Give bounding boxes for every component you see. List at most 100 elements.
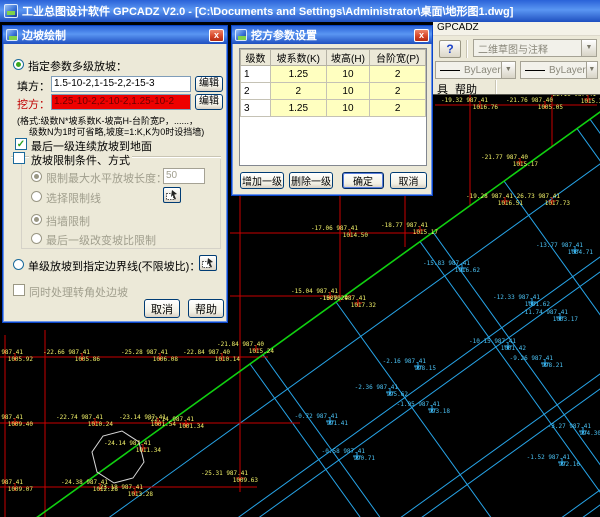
chevron-down-icon[interactable]: ▼ xyxy=(586,62,597,78)
table-header: 坡系数(K) xyxy=(271,50,327,66)
radio-single-step-to-boundary-label: 单级放坡到指定边界线(不限坡比)： xyxy=(28,258,200,274)
cancel-button[interactable]: 取消 xyxy=(390,172,427,189)
grid-elevation-label: -22.66 987.411005.86 xyxy=(30,350,90,363)
row-number-cell[interactable]: 1 xyxy=(241,66,271,83)
row-number-cell[interactable]: 3 xyxy=(241,100,271,117)
grid-elevation-label: -0.58 987.41990.71 xyxy=(305,449,365,462)
fill-edit-button[interactable]: 编辑 xyxy=(195,76,223,92)
radio-change-ratio-limit[interactable] xyxy=(31,233,42,244)
cut-params-table[interactable]: 级数坡系数(K)坡高(H)台阶宽(P)11.251022210231.25102 xyxy=(240,49,426,117)
radio-multi-step-slope-label: 指定参数多级放坡： xyxy=(28,58,127,74)
help-button[interactable]: ? xyxy=(439,40,461,58)
lineweight-combobox[interactable]: ByLayer ▼ xyxy=(520,61,598,79)
checkbox-corner-slope[interactable] xyxy=(13,284,25,296)
checkbox-limit-group-label: 放坡限制条件、方式 xyxy=(29,152,132,168)
chevron-down-icon[interactable]: ▼ xyxy=(501,62,515,78)
workspace-value: 二维草图与注释 xyxy=(478,41,548,56)
radio-wall-limit[interactable] xyxy=(31,214,42,225)
cut-edit-button[interactable]: 编辑 xyxy=(195,94,223,110)
workspace-combobox[interactable]: 二维草图与注释 ▼ xyxy=(473,39,597,57)
lineweight-value: ByLayer xyxy=(549,65,586,76)
param-cell[interactable]: 10 xyxy=(326,83,370,100)
slope-drawing-dialog: 边坡绘制 x 指定参数多级放坡： 填方： 1.5-10-2,1-15-2,2-1… xyxy=(2,25,228,323)
table-header: 台阶宽(P) xyxy=(370,50,426,66)
checkbox-limit-group[interactable] xyxy=(13,152,25,164)
grid-elevation-label: -10.15 987.411001.42 xyxy=(456,339,516,352)
param-cell[interactable]: 10 xyxy=(326,66,370,83)
dialog-titlebar[interactable]: 挖方参数设置 x xyxy=(232,26,432,44)
menu-item-gpcadz[interactable]: GPCADZ xyxy=(433,22,600,36)
add-step-button[interactable]: 增加一级 xyxy=(240,172,284,189)
chevron-down-icon[interactable]: ▼ xyxy=(581,40,596,56)
format-note-line2: 级数N为1时可省略,坡度=1:K,K为0时设挡墙) xyxy=(29,125,204,138)
param-cell[interactable]: 2 xyxy=(370,66,426,83)
param-cell[interactable]: 1.25 xyxy=(271,66,327,83)
grid-elevation-label: -24.14 987.411011.34 xyxy=(91,441,151,454)
grid-elevation-label: -22.74 987.411010.24 xyxy=(43,415,103,428)
linetype-value: ByLayer xyxy=(464,65,501,76)
grid-elevation-label: -21.52 987.411005.92 xyxy=(0,350,23,363)
cut-input[interactable]: 1.25-10-2,2-10-2,1.25-10-2 xyxy=(51,94,191,110)
radio-select-limit-line-label: 选择限制线 xyxy=(46,190,101,206)
grid-elevation-label: -19.32 987.411016.76 xyxy=(428,98,488,111)
fill-input[interactable]: 1.5-10-2,1-15-2,2-15-3 xyxy=(51,76,191,92)
radio-multi-step-slope[interactable] xyxy=(13,59,24,70)
table-row[interactable]: 22102 xyxy=(241,83,426,100)
radio-select-limit-line[interactable] xyxy=(31,191,42,202)
close-icon[interactable]: x xyxy=(414,29,429,42)
line-swatch xyxy=(440,70,460,71)
table-header: 坡高(H) xyxy=(326,50,370,66)
close-icon[interactable]: x xyxy=(209,29,224,42)
pick-boundary-line-button[interactable] xyxy=(199,255,217,271)
max-length-input[interactable]: 50 xyxy=(163,168,205,184)
grid-elevation-label: -15.83 987.411016.62 xyxy=(410,261,470,274)
grid-elevation-label: -25.31 987.411009.63 xyxy=(188,471,248,484)
cut-params-dialog: 挖方参数设置 x 级数坡系数(K)坡高(H)台阶宽(P)11.251022210… xyxy=(231,25,433,196)
dialog-icon xyxy=(235,29,247,41)
grid-elevation-label: -2.36 987.41995.62 xyxy=(338,385,398,398)
table-row[interactable]: 31.25102 xyxy=(241,100,426,117)
menu-item-help[interactable]: 帮助 xyxy=(455,81,477,97)
grid-elevation-label: -13.77 987.411004.71 xyxy=(523,243,583,256)
radio-single-step-to-boundary[interactable] xyxy=(13,259,24,270)
grid-elevation-label: -3.27 987.41994.30 xyxy=(531,424,591,437)
grid-elevation-label: -22.14 987.411001.34 xyxy=(134,417,194,430)
grid-elevation-label: -11.74 987.411003.17 xyxy=(508,310,568,323)
linetype-combobox[interactable]: ByLayer ▼ xyxy=(435,61,516,79)
grid-elevation-label: -2.16 987.41998.15 xyxy=(366,359,426,372)
cut-params-table-panel: 级数坡系数(K)坡高(H)台阶宽(P)11.251022210231.25102 xyxy=(239,48,427,166)
cut-label: 挖方： xyxy=(17,96,50,112)
window-titlebar[interactable]: 工业总图设计软件 GPCADZ V2.0 - [C:\Documents and… xyxy=(0,0,600,22)
param-cell[interactable]: 2 xyxy=(370,83,426,100)
line-swatch xyxy=(525,70,545,71)
table-row[interactable]: 11.25102 xyxy=(241,66,426,83)
window-title: 工业总图设计软件 GPCADZ V2.0 - [C:\Documents and… xyxy=(22,3,513,19)
delete-step-button[interactable]: 删除一级 xyxy=(289,172,333,189)
param-cell[interactable]: 2 xyxy=(271,83,327,100)
param-cell[interactable]: 2 xyxy=(370,100,426,117)
dialog-title: 挖方参数设置 xyxy=(251,27,414,43)
grid-elevation-label: -21.84 987.401015.24 xyxy=(204,342,264,355)
radio-change-ratio-limit-label: 最后一级改变坡比限制 xyxy=(46,232,156,248)
param-cell[interactable]: 10 xyxy=(326,100,370,117)
pick-limit-line-button[interactable] xyxy=(163,187,181,203)
grid-elevation-label: -26.73 987.411017.73 xyxy=(500,194,560,207)
table-header: 级数 xyxy=(241,50,271,66)
row-number-cell[interactable]: 2 xyxy=(241,83,271,100)
dialog-titlebar[interactable]: 边坡绘制 x xyxy=(3,26,227,44)
radio-max-length[interactable] xyxy=(31,171,42,182)
param-cell[interactable]: 1.25 xyxy=(271,100,327,117)
main-ui-panel: GPCADZ ? 二维草图与注释 ▼ ByLayer ▼ ByLayer ▼ 具… xyxy=(433,22,600,95)
grid-elevation-label: -21.67 987.411009.07 xyxy=(0,480,23,493)
contour-polygon xyxy=(92,431,144,483)
toolbar-separator xyxy=(466,40,468,58)
checkbox-last-step-to-ground[interactable]: ✓ xyxy=(15,138,27,150)
ok-button[interactable]: 确定 xyxy=(342,172,384,189)
menubar-row: 具 帮助 xyxy=(433,80,600,95)
menu-item-tools-partial[interactable]: 具 xyxy=(437,81,448,97)
cancel-button[interactable]: 取消 xyxy=(144,299,180,318)
grid-elevation-label: -25.28 987.411006.08 xyxy=(108,350,168,363)
help-button[interactable]: 帮助 xyxy=(188,299,224,318)
dialog-title: 边坡绘制 xyxy=(22,27,209,43)
pick-object-icon xyxy=(166,190,178,201)
